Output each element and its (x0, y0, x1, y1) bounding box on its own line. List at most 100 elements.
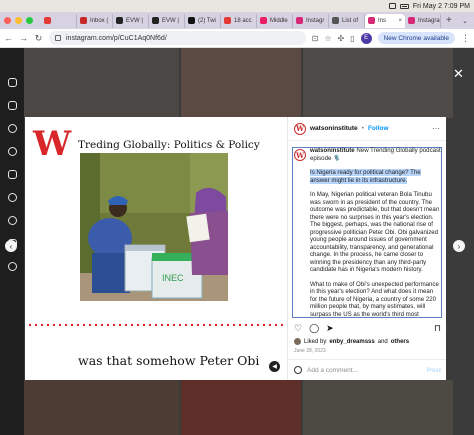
more-options-icon[interactable]: ··· (432, 124, 440, 133)
bookmark-star-icon[interactable]: ☆ (324, 34, 331, 43)
account-avatar[interactable]: W (294, 122, 306, 135)
profile-avatar[interactable]: E (360, 32, 372, 44)
dotted-divider (27, 323, 285, 327)
window-controls (4, 17, 33, 24)
background-post-tile (303, 380, 453, 435)
explore-icon[interactable] (7, 147, 17, 156)
browser-tab[interactable]: (2) Twi (185, 13, 221, 28)
tab-favicon-icon (44, 17, 51, 24)
browser-tab[interactable]: Middle (257, 13, 293, 28)
url-text[interactable]: instagram.com/p/CuC1Aq0Nf6d/ (66, 35, 167, 42)
tab-favicon-icon (296, 17, 303, 24)
reels-icon[interactable] (7, 170, 17, 179)
liked-by: Liked by enby_dreamsss and others (294, 338, 409, 345)
account-name[interactable]: watsoninstitute (310, 125, 358, 132)
caption-username[interactable]: watsoninstitute (310, 147, 355, 154)
media-title: Treding Globally: Politics & Policy (78, 139, 260, 151)
liked-by-and: and (377, 338, 388, 345)
background-post-tile (181, 380, 301, 435)
browser-toolbar: ← → ↻ instagram.com/p/CuC1Aq0Nf6d/ ⊡ ☆ ✣… (0, 29, 474, 48)
maximize-window-button[interactable] (26, 17, 33, 24)
home-icon[interactable] (7, 101, 17, 110)
post-actions: ♡ ◯ ➤ ⊓ (294, 323, 441, 334)
tab-label: Inbox ( (90, 17, 109, 24)
profile-icon[interactable] (7, 262, 17, 271)
tab-search-icon[interactable]: ⌄ (462, 17, 468, 25)
macos-menubar: Fri May 2 7:09 PM (0, 0, 474, 12)
close-icon[interactable]: ✕ (453, 66, 464, 82)
browser-tab[interactable]: Instagr (293, 13, 329, 28)
tab-label: EVW | (126, 17, 143, 24)
caption-row: W watsoninstitute New Trending Globally … (294, 147, 441, 318)
post-sidebar: W watsoninstitute • Follow ··· W watsoni… (287, 117, 446, 380)
previous-post-button[interactable]: ‹ (5, 240, 17, 252)
audio-toggle-icon[interactable]: ◀ (269, 361, 280, 372)
comment-bar: Add a comment... Post (288, 359, 446, 380)
tab-label: Instagra (418, 17, 440, 24)
tab-favicon-icon (368, 17, 375, 24)
reload-icon[interactable]: ↻ (34, 33, 43, 44)
save-icon[interactable]: ⊓ (434, 323, 441, 334)
comment-icon[interactable]: ◯ (309, 323, 319, 334)
tab-label: 18 acc (234, 17, 252, 24)
menubar-datetime[interactable]: Fri May 2 7:09 PM (413, 3, 470, 10)
liked-by-user[interactable]: enby_dreamsss (329, 339, 374, 345)
caption-avatar[interactable]: W (294, 149, 306, 161)
forward-icon[interactable]: → (19, 33, 28, 43)
browser-tab[interactable]: List of (329, 13, 365, 28)
tab-close-icon[interactable]: × (398, 18, 402, 24)
close-window-button[interactable] (4, 17, 11, 24)
browser-tab[interactable]: 18 acc (221, 13, 257, 28)
messages-icon[interactable] (7, 193, 17, 202)
like-icon[interactable]: ♡ (294, 323, 302, 334)
emoji-icon[interactable] (294, 366, 302, 374)
minimize-window-button[interactable] (15, 17, 22, 24)
liked-by-prefix: Liked by (304, 338, 327, 345)
instagram-logo-icon[interactable] (7, 78, 17, 87)
browser-tab[interactable]: Inbox ( (77, 13, 113, 28)
comment-input[interactable]: Add a comment... (307, 367, 358, 374)
browser-tab[interactable]: EVW | (149, 13, 185, 28)
browser-tab[interactable]: EVW | (113, 13, 149, 28)
post-date[interactable]: June 28, 2023 (294, 348, 326, 354)
chrome-update-button[interactable]: New Chrome available (377, 32, 455, 44)
address-bar[interactable]: instagram.com/p/CuC1Aq0Nf6d/ (49, 31, 306, 45)
tab-favicon-icon (224, 17, 231, 24)
browser-tab[interactable]: Ins × (365, 13, 405, 28)
caption-area[interactable]: W watsoninstitute New Trending Globally … (288, 143, 446, 318)
control-center-icon[interactable] (388, 3, 396, 9)
tab-label: Instagr (306, 17, 325, 24)
liked-by-others[interactable]: others (391, 339, 409, 345)
battery-icon[interactable] (399, 3, 409, 9)
post-header: W watsoninstitute • Follow ··· (288, 117, 446, 141)
tab-list: Inbox (EVW | EVW | (2) Twi 18 acc Middle Inst… (41, 13, 441, 28)
share-icon[interactable]: ➤ (326, 323, 334, 334)
browser-tab[interactable] (41, 13, 77, 28)
extensions-icon[interactable]: ✣ (338, 34, 345, 43)
search-icon[interactable] (7, 124, 17, 133)
site-info-icon[interactable] (55, 35, 61, 41)
post-media[interactable]: W Treding Globally: Politics & Policy IN… (25, 117, 287, 380)
post-comment-button[interactable]: Post (427, 367, 441, 374)
chrome-menu-icon[interactable]: ⋮ (461, 33, 470, 44)
svg-text:INEC: INEC (162, 273, 184, 283)
tab-label: Ins (378, 17, 387, 24)
liker-avatar[interactable] (294, 338, 301, 345)
sidepanel-icon[interactable]: ▯ (350, 34, 354, 43)
tab-strip: Inbox (EVW | EVW | (2) Twi 18 acc Middle Inst… (0, 12, 474, 29)
caption-highlight: Is Nigeria ready for political change? T… (310, 169, 421, 184)
post-modal: W Treding Globally: Politics & Policy IN… (25, 117, 446, 380)
tab-favicon-icon (116, 17, 123, 24)
follow-button[interactable]: Follow (368, 125, 389, 132)
browser-tab[interactable]: Instagra (405, 13, 441, 28)
background-post-tile (24, 48, 179, 118)
tab-favicon-icon (408, 17, 415, 24)
new-tab-button[interactable]: + (446, 15, 452, 26)
next-post-button[interactable]: › (453, 240, 465, 252)
caption-paragraph-2: What to make of Obi's unexpected perform… (310, 280, 439, 318)
media-caption: was that somehow Peter Obi (78, 353, 260, 368)
notifications-icon[interactable] (7, 216, 17, 225)
back-icon[interactable]: ← (4, 33, 13, 43)
tab-favicon-icon (332, 17, 339, 24)
cast-icon[interactable]: ⊡ (312, 34, 319, 43)
